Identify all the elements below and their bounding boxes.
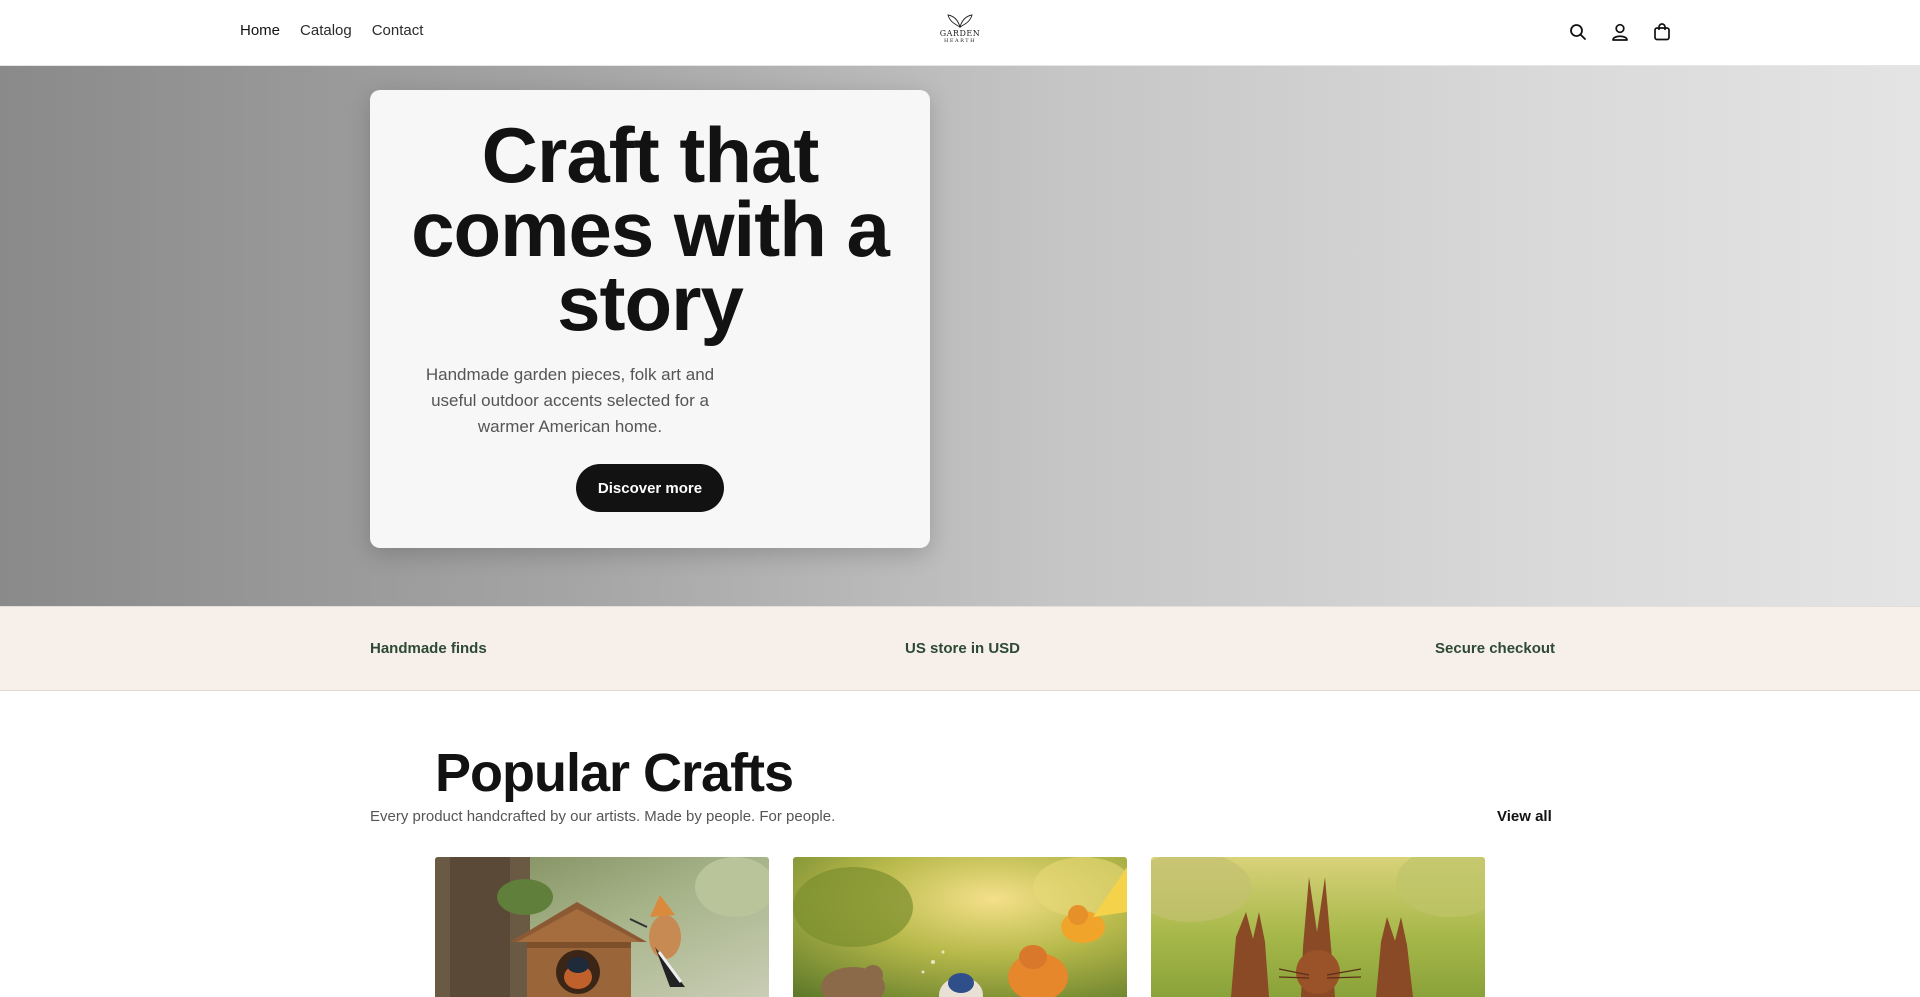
product-card-birds[interactable] <box>793 857 1127 997</box>
product-image-birdhouse <box>435 857 769 997</box>
product-card-rabbits[interactable] <box>1151 857 1485 997</box>
search-icon[interactable] <box>1568 22 1588 42</box>
trust-bar: Handmade finds US store in USD Secure ch… <box>0 606 1920 691</box>
section-subtitle: Every product handcrafted by our artists… <box>370 808 836 825</box>
hero-title: Craft that comes with a story <box>411 111 890 347</box>
hero-card: Craft that comes with a story Handmade g… <box>370 90 930 548</box>
nav-home-link[interactable]: Home <box>240 22 280 39</box>
leaf-logo-icon <box>947 14 973 28</box>
trust-item-checkout: Secure checkout <box>1435 640 1556 657</box>
main-nav: Home Catalog Contact <box>240 22 423 39</box>
nav-catalog-link[interactable]: Catalog <box>300 22 352 39</box>
section-title: Popular Crafts <box>435 743 794 803</box>
account-icon[interactable] <box>1610 22 1630 42</box>
trust-item-handmade: Handmade finds <box>370 640 487 657</box>
product-card-birdhouse[interactable] <box>435 857 769 997</box>
header-icons <box>1568 22 1672 42</box>
logo-text-bottom: HEARTH <box>944 38 976 44</box>
cart-icon[interactable] <box>1652 22 1672 42</box>
nav-contact-link[interactable]: Contact <box>372 22 424 39</box>
site-header: Home Catalog Contact GARDEN HEARTH <box>0 0 1920 66</box>
discover-more-button[interactable]: Discover more <box>576 464 724 512</box>
store-logo[interactable]: GARDEN HEARTH <box>935 14 985 50</box>
trust-item-usd: US store in USD <box>905 640 1021 657</box>
hero-banner: Craft that comes with a story Handmade g… <box>0 66 1920 606</box>
product-image-rabbits <box>1151 857 1485 997</box>
logo-text-top: GARDEN <box>939 29 981 38</box>
product-image-birds <box>793 857 1127 997</box>
view-all-link[interactable]: View all <box>1497 808 1552 825</box>
hero-subtitle: Handmade garden pieces, folk art and use… <box>425 365 715 436</box>
